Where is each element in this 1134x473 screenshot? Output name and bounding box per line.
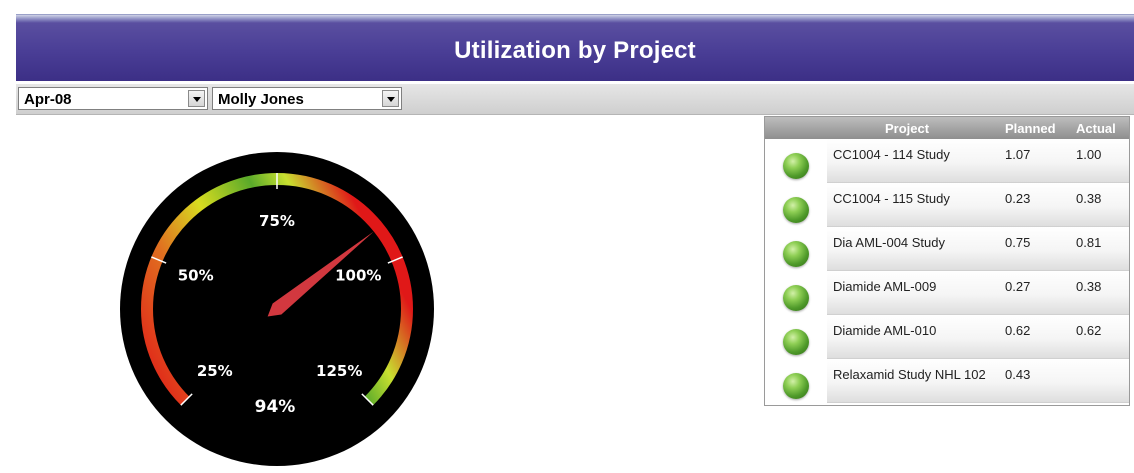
column-header-project[interactable]: Project — [885, 121, 929, 136]
gauge-value-label: 94% — [255, 397, 296, 417]
table-header: Project Planned Actual — [765, 117, 1129, 139]
person-select[interactable]: Molly Jones — [212, 87, 402, 110]
table-row[interactable]: Diamide AML-009 0.27 0.38 — [765, 271, 1129, 315]
table-row[interactable]: Diamide AML-010 0.62 0.62 — [765, 315, 1129, 359]
project-name: Diamide AML-009 — [833, 279, 937, 294]
gauge-tick-label-25: 25% — [197, 362, 233, 380]
period-select-value: Apr-08 — [24, 91, 72, 108]
gauge-tick-label-100: 100% — [335, 266, 381, 284]
chevron-down-icon[interactable] — [382, 90, 399, 107]
column-header-planned[interactable]: Planned — [1005, 121, 1056, 136]
project-name: CC1004 - 114 Study — [833, 147, 950, 162]
person-select-value: Molly Jones — [218, 91, 304, 108]
planned-value: 0.75 — [1005, 235, 1031, 250]
gauge-tick-label-125: 125% — [316, 362, 362, 380]
actual-value: 0.81 — [1076, 235, 1102, 250]
planned-value: 0.27 — [1005, 279, 1031, 294]
table-row[interactable]: Dia AML-004 Study 0.75 0.81 — [765, 227, 1129, 271]
table-row[interactable]: CC1004 - 115 Study 0.23 0.38 — [765, 183, 1129, 227]
project-name: Diamide AML-010 — [833, 323, 937, 338]
green-ball-icon — [783, 197, 809, 223]
green-ball-icon — [783, 373, 809, 399]
green-ball-icon — [783, 241, 809, 267]
actual-value: 0.38 — [1076, 191, 1102, 206]
chevron-down-icon[interactable] — [188, 90, 205, 107]
planned-value: 0.62 — [1005, 323, 1031, 338]
green-ball-icon — [783, 329, 809, 355]
project-table: Project Planned Actual CC1004 - 114 Stud… — [764, 116, 1130, 406]
table-row[interactable]: CC1004 - 114 Study 1.07 1.00 — [765, 139, 1129, 183]
period-select[interactable]: Apr-08 — [18, 87, 208, 110]
column-header-actual[interactable]: Actual — [1076, 121, 1116, 136]
page-title: Utilization by Project — [454, 37, 696, 64]
planned-value: 0.23 — [1005, 191, 1031, 206]
planned-value: 1.07 — [1005, 147, 1031, 162]
green-ball-icon — [783, 285, 809, 311]
gauge-tick-label-50: 50% — [178, 266, 214, 284]
project-name: CC1004 - 115 Study — [833, 191, 950, 206]
green-ball-icon — [783, 153, 809, 179]
table-row[interactable]: Relaxamid Study NHL 102 0.43 — [765, 359, 1129, 403]
title-bar: Utilization by Project — [16, 14, 1134, 81]
actual-value: 1.00 — [1076, 147, 1102, 162]
utilization-gauge: 25% 50% 75% 100% 125% 94% — [120, 152, 434, 466]
planned-value: 0.43 — [1005, 367, 1031, 382]
actual-value: 0.38 — [1076, 279, 1102, 294]
project-name: Dia AML-004 Study — [833, 235, 946, 250]
gauge-tick-label-75: 75% — [259, 212, 295, 230]
project-name: Relaxamid Study NHL 102 — [833, 367, 986, 382]
filter-bar: Apr-08 Molly Jones — [16, 84, 1134, 115]
actual-value: 0.62 — [1076, 323, 1102, 338]
